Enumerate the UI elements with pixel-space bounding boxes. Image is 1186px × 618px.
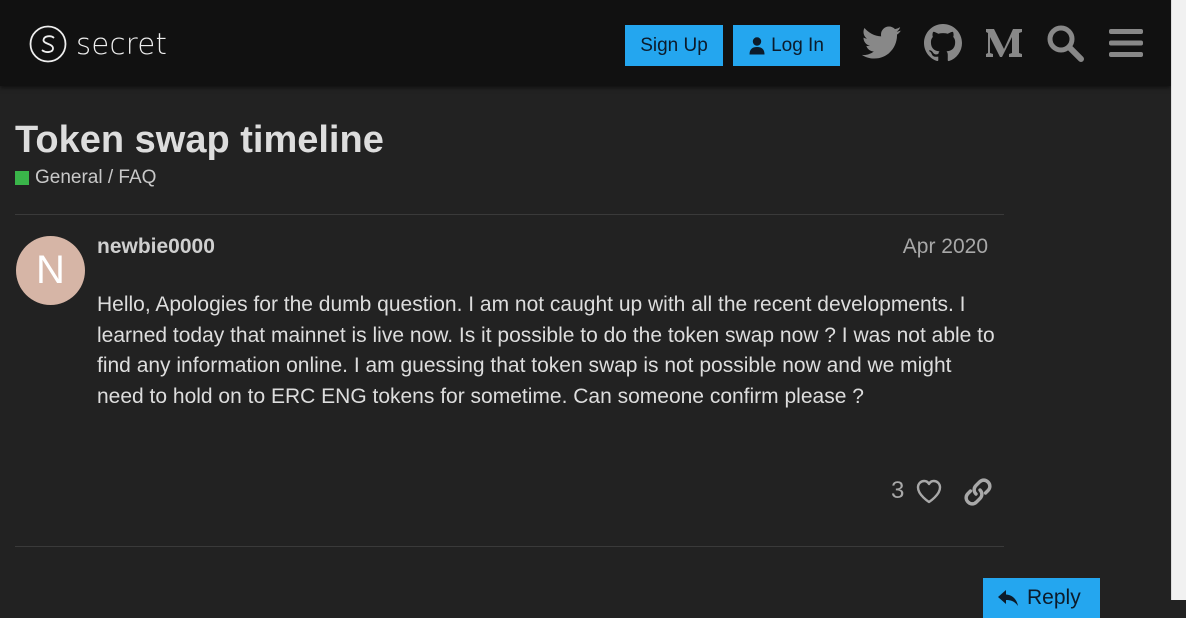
link-icon[interactable] [963, 477, 993, 507]
secret-logo-icon [29, 25, 67, 63]
heart-icon[interactable] [915, 478, 943, 506]
page-scrollbar[interactable] [1171, 0, 1186, 600]
log-in-label: Log In [771, 34, 824, 56]
search-button[interactable] [1044, 22, 1086, 64]
divider [15, 214, 1004, 215]
sign-up-label: Sign Up [640, 34, 708, 56]
menu-icon [1109, 29, 1143, 57]
logo-text: secret [76, 27, 168, 61]
topic-category[interactable]: General / FAQ [15, 167, 156, 189]
avatar-letter: N [36, 248, 65, 292]
log-in-button[interactable]: Log In [733, 25, 840, 66]
reply-icon [998, 590, 1018, 606]
medium-icon [986, 29, 1022, 57]
category-label: General / FAQ [35, 167, 157, 188]
twitter-link[interactable] [861, 22, 903, 64]
post-date[interactable]: Apr 2020 [903, 235, 988, 259]
post-body: Hello, Apologies for the dumb question. … [97, 293, 995, 408]
category-color-swatch [15, 171, 29, 185]
page: secret Sign Up Log In Token swap timelin… [0, 0, 1171, 618]
sign-up-button[interactable]: Sign Up [625, 25, 723, 66]
site-logo[interactable]: secret [29, 24, 167, 64]
github-icon [924, 24, 962, 62]
reply-label: Reply [1027, 586, 1081, 609]
medium-link[interactable] [983, 22, 1025, 64]
topic-title[interactable]: Token swap timeline [15, 119, 384, 162]
user-icon [749, 36, 765, 54]
post-username[interactable]: newbie0000 [97, 235, 215, 259]
divider [15, 546, 1004, 547]
github-link[interactable] [922, 22, 964, 64]
twitter-icon [862, 26, 902, 59]
search-icon [1047, 25, 1084, 62]
reply-button[interactable]: Reply [983, 578, 1100, 618]
avatar[interactable]: N [16, 236, 85, 305]
like-count[interactable]: 3 [891, 477, 904, 505]
site-header: secret Sign Up Log In [0, 0, 1171, 86]
hamburger-menu-button[interactable] [1105, 22, 1147, 64]
